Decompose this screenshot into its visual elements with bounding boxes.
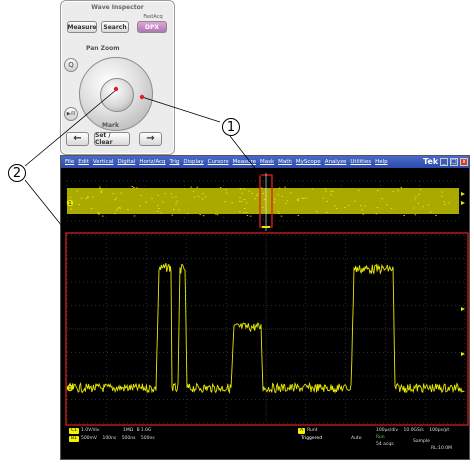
callout-1: 1 bbox=[222, 118, 240, 136]
zoom-highlight bbox=[65, 232, 469, 426]
callout-2: 2 bbox=[8, 164, 26, 182]
callout-lines bbox=[24, 86, 469, 426]
pan-pointer-dot bbox=[139, 94, 145, 100]
zoom-pointer-dot bbox=[113, 86, 119, 92]
